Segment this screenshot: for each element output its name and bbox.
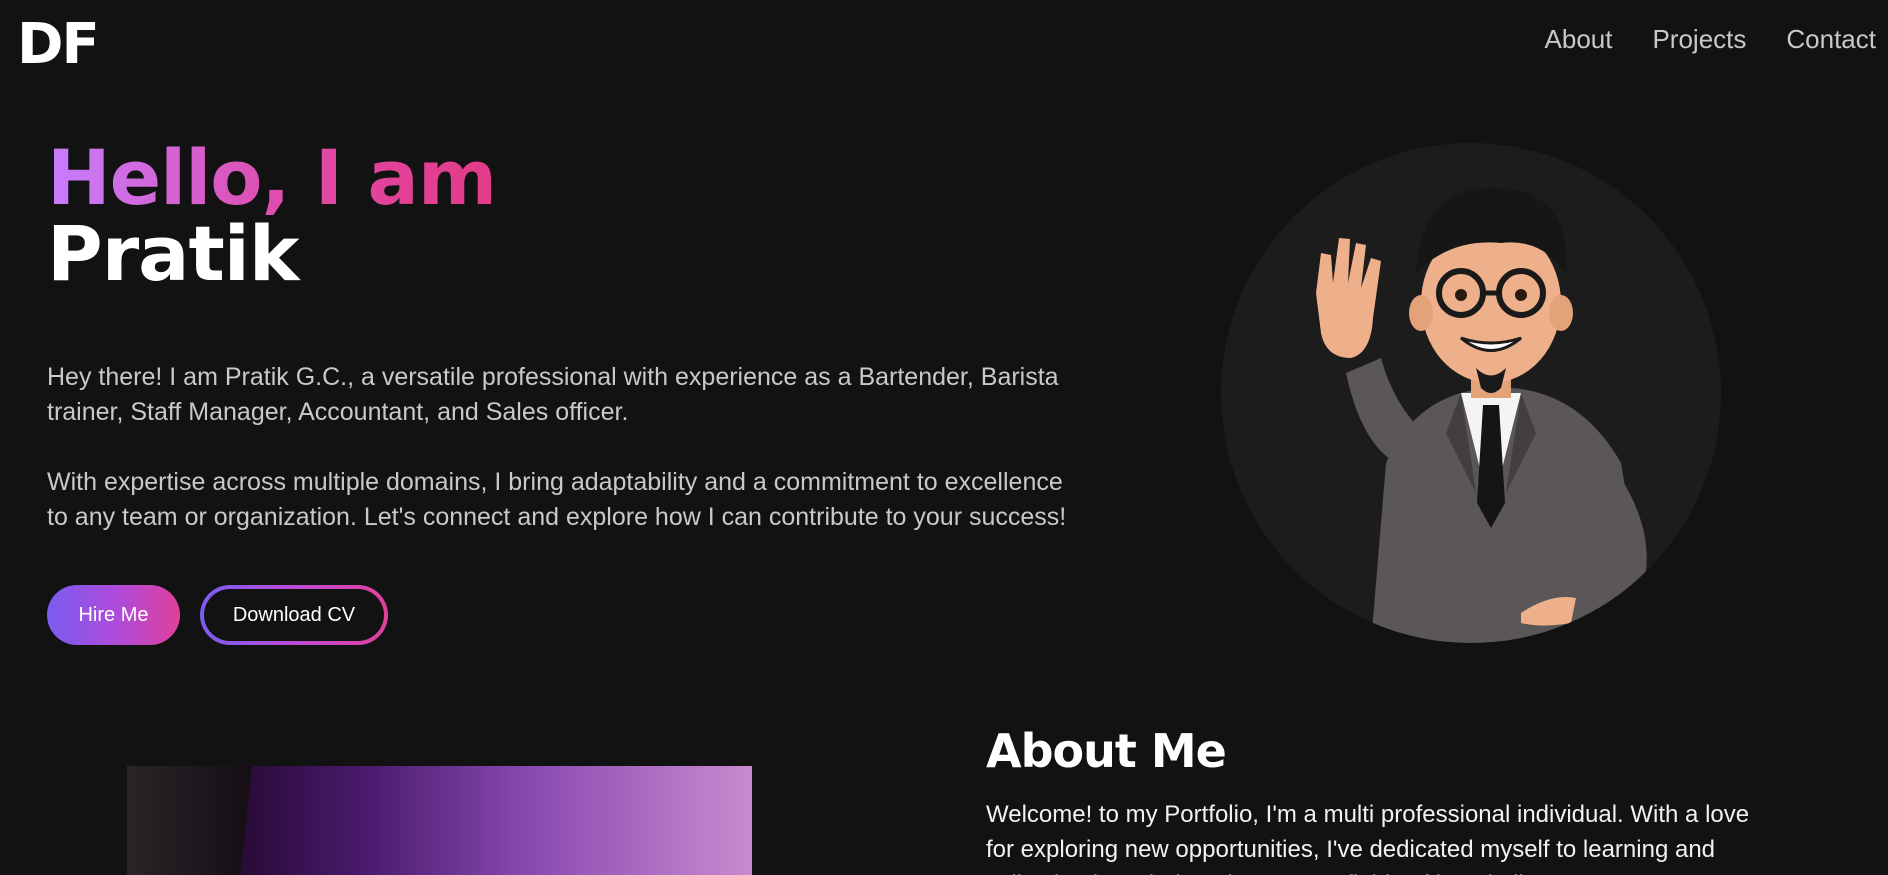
hero-actions: Hire Me Download CV (47, 585, 388, 645)
nav-link-about[interactable]: About (1545, 24, 1613, 55)
hero-greeting: Hello, I am (47, 133, 497, 222)
about-image (127, 766, 752, 875)
about-title: About Me (986, 724, 1227, 778)
hero-name: Pratik (47, 209, 299, 298)
top-nav: About Projects Contact (1545, 24, 1876, 55)
avatar (1221, 143, 1721, 643)
avatar-illustration-icon (1316, 187, 1651, 643)
about-text: Welcome! to my Portfolio, I'm a multi pr… (986, 801, 1750, 875)
site-logo[interactable]: DF (17, 12, 100, 77)
hero-paragraph-2: With expertise across multiple domains, … (47, 468, 1067, 531)
download-cv-button[interactable]: Download CV (200, 585, 388, 645)
portfolio-page: DF About Projects Contact Hello, I am Pr… (0, 0, 1888, 875)
nav-link-projects[interactable]: Projects (1652, 24, 1746, 55)
about-image-shade (127, 766, 252, 875)
hero-paragraph-1: Hey there! I am Pratik G.C., a versatile… (47, 363, 1059, 426)
hire-me-button[interactable]: Hire Me (47, 585, 180, 645)
nav-link-contact[interactable]: Contact (1786, 24, 1876, 55)
hero-intro: Hey there! I am Pratik G.C., a versatile… (47, 360, 1087, 535)
